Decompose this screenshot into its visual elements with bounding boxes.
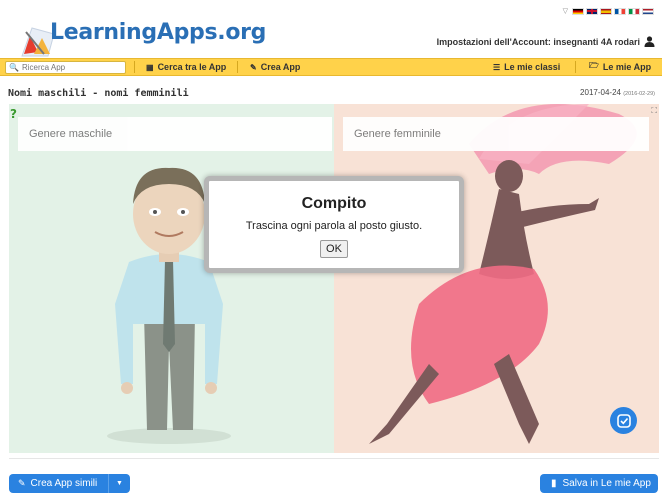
bookmark-icon: ▮ xyxy=(551,478,557,489)
language-selector[interactable]: ▽ xyxy=(563,7,654,15)
save-to-my-apps-button[interactable]: ▮ Salva in Le mie App xyxy=(540,474,658,493)
search-icon: 🔍 xyxy=(9,63,19,72)
nav-divider xyxy=(575,61,576,73)
create-app-label: Crea App xyxy=(260,62,301,72)
spain-flag[interactable] xyxy=(600,7,612,15)
help-icon[interactable]: ? xyxy=(10,107,17,121)
chevron-down-icon[interactable]: ▼ xyxy=(109,480,130,487)
create-similar-app-button[interactable]: ✎ Crea App simili ▼ xyxy=(9,474,130,493)
my-apps-label: Le mie App xyxy=(602,62,652,72)
nav-divider xyxy=(237,61,238,73)
create-app-button[interactable]: ✎ Crea App xyxy=(250,59,300,75)
grid-icon: ▦ xyxy=(146,62,154,72)
list-icon: ☰ xyxy=(493,62,501,72)
task-dialog: Compito Trascina ogni parola al posto gi… xyxy=(204,176,464,273)
create-similar-label: Crea App simili xyxy=(30,478,98,489)
netherlands-flag[interactable] xyxy=(642,7,654,15)
check-icon xyxy=(616,413,631,428)
account-settings-link[interactable]: Impostazioni dell'Account: insegnanti 4A… xyxy=(437,37,640,47)
header: LearningApps.org ▽ Impostazioni dell'Acc… xyxy=(0,0,662,58)
main-navbar: 🔍 ▦ Cerca tra le App ✎ Crea App ☰ Le mie… xyxy=(0,58,662,76)
save-to-my-apps-label: Salva in Le mie App xyxy=(562,478,651,489)
user-icon[interactable] xyxy=(644,36,655,47)
app-canvas: ? ⛶ Genere maschile Genere femminile xyxy=(9,104,659,453)
create-similar-main[interactable]: ✎ Crea App simili xyxy=(9,474,109,493)
app-title: Nomi maschili - nomi femminili xyxy=(8,88,189,99)
check-solution-button[interactable] xyxy=(610,407,637,434)
uk-flag[interactable] xyxy=(586,7,598,15)
woman-illustration xyxy=(369,104,637,444)
nav-divider xyxy=(134,61,135,73)
app-date-value: 2017-04-24 xyxy=(580,88,621,97)
search-box[interactable]: 🔍 xyxy=(5,61,126,74)
dialog-text: Trascina ogni parola al posto giusto. xyxy=(245,220,423,232)
chevron-down-icon[interactable]: ▽ xyxy=(563,7,568,15)
browse-apps-label: Cerca tra le App xyxy=(157,62,227,72)
my-apps-button[interactable]: 🗁 Le mie App xyxy=(589,59,651,75)
logo[interactable]: LearningApps.org xyxy=(8,6,266,58)
pencil-icon: ✎ xyxy=(250,62,257,72)
germany-flag[interactable] xyxy=(572,7,584,15)
my-classes-button[interactable]: ☰ Le mie classi xyxy=(493,59,560,75)
logo-text: LearningApps.org xyxy=(50,20,267,45)
app-date: 2017-04-24 (2016-02-29) xyxy=(580,88,655,97)
edit-icon: ✎ xyxy=(18,478,26,488)
category-female-label: Genere femminile xyxy=(354,128,441,140)
fullscreen-icon[interactable]: ⛶ xyxy=(651,106,657,116)
search-input[interactable] xyxy=(21,63,122,72)
ok-button[interactable]: OK xyxy=(320,240,348,258)
my-classes-label: Le mie classi xyxy=(504,62,561,72)
browse-apps-button[interactable]: ▦ Cerca tra le App xyxy=(146,59,226,75)
divider xyxy=(9,458,659,459)
category-female-box: Genere femminile xyxy=(343,117,649,151)
folder-icon: 🗁 xyxy=(589,61,599,70)
app-date-original: (2016-02-29) xyxy=(623,91,655,97)
dialog-title: Compito xyxy=(301,195,367,212)
category-male-box: Genere maschile xyxy=(18,117,332,151)
category-male-label: Genere maschile xyxy=(29,128,113,140)
france-flag[interactable] xyxy=(614,7,626,15)
italy-flag[interactable] xyxy=(628,7,640,15)
